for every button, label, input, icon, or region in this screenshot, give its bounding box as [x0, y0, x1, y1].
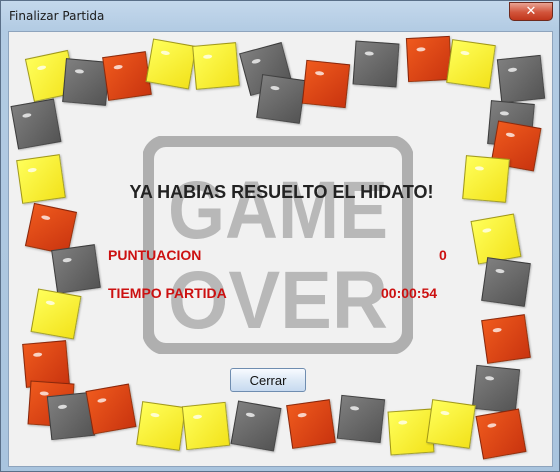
- decorative-tile: [51, 244, 101, 294]
- decorative-tile: [496, 54, 546, 104]
- score-value: 0: [439, 247, 447, 263]
- result-message: YA HABIAS RESUELTO EL HIDATO!: [129, 182, 434, 202]
- time-label: TIEMPO PARTIDA: [108, 285, 227, 301]
- decorative-tile: [192, 42, 240, 90]
- decorative-tile: [336, 394, 386, 444]
- decorative-tile: [256, 74, 306, 124]
- decorative-tile: [481, 257, 531, 307]
- decorative-tile: [352, 40, 400, 88]
- decorative-tile: [136, 401, 186, 451]
- dialog-window: Finalizar Partida ✕ GAME OVER YA HABIAS …: [0, 0, 560, 472]
- decorative-tile: [181, 401, 231, 451]
- title-bar[interactable]: Finalizar Partida ✕: [1, 1, 559, 31]
- emblem-game-text: GAME: [168, 165, 388, 256]
- decorative-tile: [301, 59, 351, 109]
- close-icon: ✕: [525, 4, 537, 19]
- cerrar-button[interactable]: Cerrar: [230, 368, 306, 392]
- time-value: 00:00:54: [381, 285, 438, 301]
- score-label: PUNTUACION: [108, 247, 202, 263]
- game-over-emblem: GAME OVER: [143, 136, 413, 354]
- decorative-tile: [230, 400, 282, 452]
- decorative-tile: [102, 51, 152, 101]
- decorative-tile: [426, 399, 476, 449]
- decorative-tile: [405, 35, 453, 83]
- decorative-tile: [475, 408, 527, 460]
- decorative-tile: [286, 399, 336, 449]
- decorative-tile: [10, 98, 62, 150]
- window-title: Finalizar Partida: [9, 9, 105, 23]
- close-window-button[interactable]: ✕: [509, 2, 553, 21]
- decorative-tile: [481, 314, 531, 364]
- decorative-tile: [85, 383, 137, 435]
- decorative-tile: [30, 288, 82, 340]
- decorative-tile: [471, 364, 521, 414]
- decorative-tile: [470, 213, 522, 265]
- decorative-tile: [446, 39, 496, 89]
- dialog-content: GAME OVER YA HABIAS RESUELTO EL HIDATO! …: [8, 31, 553, 467]
- decorative-tile: [145, 38, 197, 90]
